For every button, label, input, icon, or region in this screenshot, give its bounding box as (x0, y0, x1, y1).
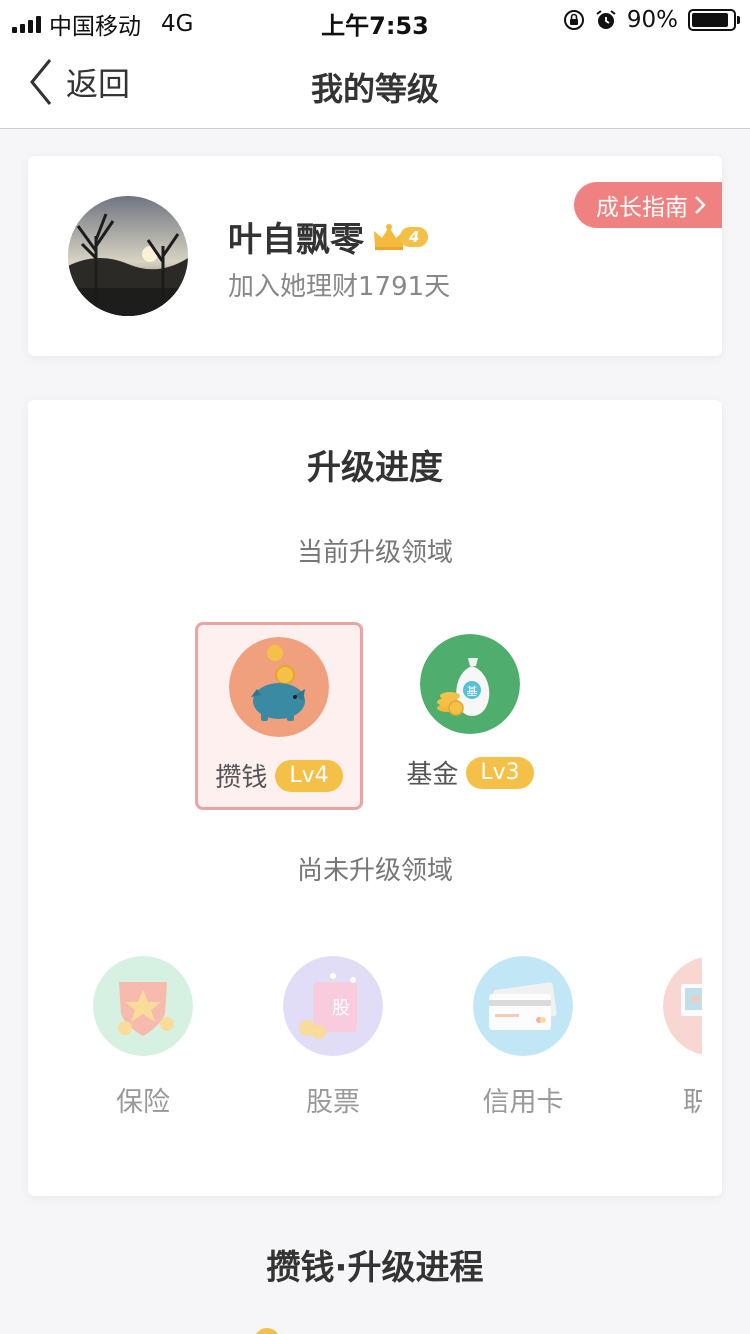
saving-progress-title: 攒钱·升级进程 (266, 1248, 484, 1288)
pending-domains-label: 尚未升级领域 (296, 856, 453, 886)
join-days: 加入她理财1791天 (228, 272, 451, 302)
domain-fund[interactable]: 基 基金 Lv3 (386, 622, 554, 810)
domain-credit-card-name: 信用卡 (482, 1087, 564, 1118)
battery-fill (692, 13, 728, 27)
domain-saving-label-row: 攒钱 Lv4 (198, 757, 360, 794)
piggy-bank-icon (229, 637, 329, 737)
domain-career-name: 职 (683, 1087, 702, 1118)
orientation-lock-icon (563, 10, 584, 30)
user-level-number: 4 (400, 226, 429, 247)
stock-icon: 股 (283, 956, 383, 1056)
avatar[interactable] (68, 196, 188, 316)
progress-title: 升级进度 (307, 448, 443, 488)
domain-credit-card[interactable]: 信用卡 (463, 956, 583, 1119)
chevron-right-icon (695, 196, 706, 214)
domain-fund-name: 基金 (406, 760, 459, 790)
svg-text:股: 股 (332, 998, 350, 1019)
current-domains-label: 当前升级领域 (296, 538, 453, 568)
nav-bar: 返回 我的等级 (0, 40, 750, 129)
domain-saving-name: 攒钱 (215, 763, 268, 793)
domain-stock-name: 股票 (306, 1087, 360, 1118)
profile-card: 叶自飘零 4 加入她理财1791天 成长指南 (28, 156, 722, 356)
upgrade-progress-card: 升级进度 当前升级领域 攒钱 Lv4 基 基金 Lv3 尚未升级领域 保险 股 … (28, 400, 722, 1196)
growth-guide-label: 成长指南 (596, 195, 688, 221)
battery-icon (688, 9, 740, 31)
insurance-shield-icon (93, 956, 193, 1056)
fund-bag-icon: 基 (420, 634, 520, 734)
growth-guide-button[interactable]: 成长指南 (574, 182, 722, 228)
credit-card-icon (473, 956, 573, 1056)
domain-fund-label-row: 基金 Lv3 (386, 754, 554, 791)
domain-stock[interactable]: 股 股票 (273, 956, 393, 1119)
alarm-icon (596, 10, 616, 29)
user-name-row: 叶自飘零 4 (228, 212, 429, 261)
user-name: 叶自飘零 (228, 220, 364, 260)
status-right: 90% (563, 7, 740, 33)
domain-saving[interactable]: 攒钱 Lv4 (195, 622, 363, 810)
svg-text:基: 基 (467, 685, 478, 698)
page-title: 我的等级 (310, 70, 439, 108)
user-level-badge: 4 (372, 223, 429, 251)
progress-dot-icon (254, 1328, 280, 1334)
domain-insurance-name: 保险 (116, 1087, 170, 1118)
domain-fund-level: Lv3 (466, 756, 534, 789)
status-bar: 中国移动 4G 上午7:53 90% (0, 0, 750, 40)
domain-career[interactable]: 职 (653, 956, 702, 1119)
domain-insurance[interactable]: 保险 (83, 956, 203, 1119)
domain-saving-level: Lv4 (275, 759, 343, 792)
battery-percent: 90% (626, 7, 678, 33)
career-icon (663, 956, 702, 1056)
